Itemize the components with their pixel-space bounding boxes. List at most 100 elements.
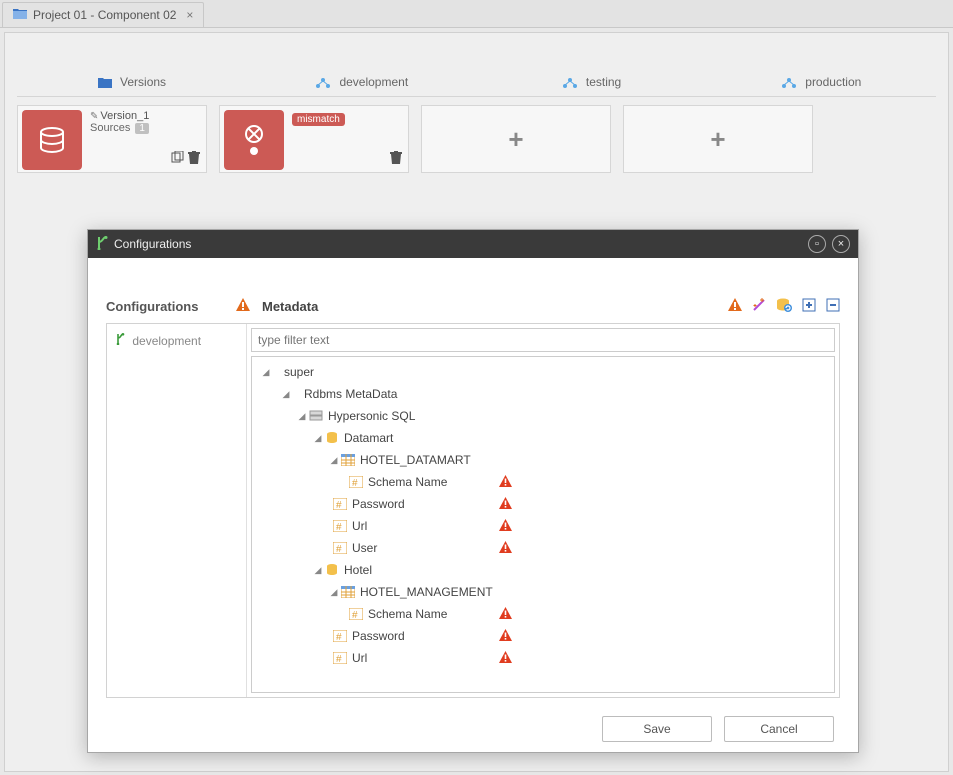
- svg-text:#: #: [352, 478, 358, 488]
- svg-text:#: #: [336, 544, 342, 554]
- tree-row[interactable]: # Schema Name: [254, 603, 832, 625]
- tree-row[interactable]: ◢ Datamart: [254, 427, 832, 449]
- configurations-label: Configurations: [106, 299, 224, 314]
- tree-row[interactable]: # Password: [254, 493, 832, 515]
- svg-text:#: #: [336, 632, 342, 642]
- tree-row[interactable]: # Url: [254, 515, 832, 537]
- pill-production[interactable]: production: [706, 68, 936, 96]
- tree-row[interactable]: ◢ HOTEL_DATAMART: [254, 449, 832, 471]
- mismatch-badge: mismatch: [292, 113, 345, 126]
- pill-versions-label: Versions: [120, 75, 166, 89]
- db-refresh-icon[interactable]: [776, 298, 792, 315]
- tree-row[interactable]: ◢ super: [254, 361, 832, 383]
- warning-icon: [499, 497, 512, 512]
- copy-icon[interactable]: [170, 151, 184, 168]
- tree-row[interactable]: ◢ Hotel: [254, 559, 832, 581]
- svg-text:#: #: [336, 654, 342, 664]
- sources-count: 1: [135, 123, 149, 134]
- tree-container[interactable]: ◢ super ◢ Rdbms MetaData ◢: [251, 356, 835, 693]
- toolbar-warning-icon[interactable]: [728, 298, 742, 315]
- table-icon: [340, 584, 356, 600]
- config-sidebar: development: [107, 324, 247, 697]
- expand-all-icon[interactable]: [802, 298, 816, 315]
- card-add-production[interactable]: +: [623, 105, 813, 173]
- modal-title: Configurations: [114, 237, 191, 251]
- twisty-icon[interactable]: ◢: [260, 367, 272, 378]
- cancel-button[interactable]: Cancel: [724, 716, 834, 742]
- card-development[interactable]: mismatch: [219, 105, 409, 173]
- trash-icon[interactable]: [390, 151, 402, 168]
- table-icon: [340, 452, 356, 468]
- modal-body: Configurations Metadata: [88, 258, 858, 752]
- branch-icon: [115, 334, 128, 348]
- config-header: Configurations Metadata: [106, 298, 840, 323]
- field-icon: #: [332, 628, 348, 644]
- tree-row[interactable]: # User: [254, 537, 832, 559]
- tabstrip: Project 01 - Component 02 ×: [0, 0, 953, 28]
- tree-label: Rdbms MetaData: [304, 387, 397, 401]
- cylinder-icon: [324, 430, 340, 446]
- close-button[interactable]: ×: [832, 235, 850, 253]
- wand-icon[interactable]: [752, 298, 766, 315]
- tree-row[interactable]: ◢ HOTEL_MANAGEMENT: [254, 581, 832, 603]
- tree-label: Url: [352, 519, 367, 533]
- server-icon: [308, 408, 324, 424]
- edit-icon[interactable]: ✎: [90, 111, 98, 122]
- filter-input[interactable]: [251, 328, 835, 352]
- configurations-modal: Configurations ▫ × Configurations Metada…: [87, 229, 859, 753]
- cylinder-icon: [324, 562, 340, 578]
- twisty-icon[interactable]: ◢: [280, 389, 292, 400]
- tree-label: HOTEL_MANAGEMENT: [360, 585, 493, 599]
- tree-label: Schema Name: [368, 475, 447, 489]
- tree-label: User: [352, 541, 377, 555]
- twisty-icon[interactable]: ◢: [312, 433, 324, 444]
- tree-label: Schema Name: [368, 607, 447, 621]
- config-right: ◢ super ◢ Rdbms MetaData ◢: [247, 324, 839, 697]
- warning-icon: [499, 519, 512, 534]
- save-button[interactable]: Save: [602, 716, 712, 742]
- tree-label: Hotel: [344, 563, 372, 577]
- cards-row: ✎Version_1 Sources 1 mismatch + +: [17, 105, 936, 173]
- card-add-testing[interactable]: +: [421, 105, 611, 173]
- svg-text:#: #: [336, 522, 342, 532]
- sources-label: Sources: [90, 122, 130, 134]
- twisty-icon[interactable]: ◢: [328, 455, 340, 466]
- pill-versions[interactable]: Versions: [17, 68, 247, 96]
- close-tab-icon[interactable]: ×: [186, 8, 193, 22]
- tree-label: HOTEL_DATAMART: [360, 453, 471, 467]
- field-icon: #: [332, 540, 348, 556]
- tree-label: Datamart: [344, 431, 393, 445]
- tree-label: Url: [352, 651, 367, 665]
- warning-icon: [499, 475, 512, 490]
- project-tab-title: Project 01 - Component 02: [33, 8, 176, 22]
- twisty-icon[interactable]: ◢: [312, 565, 324, 576]
- field-icon: #: [348, 474, 364, 490]
- twisty-icon[interactable]: ◢: [328, 587, 340, 598]
- tree-row[interactable]: # Schema Name: [254, 471, 832, 493]
- tools-icon: [224, 110, 284, 170]
- tree-row[interactable]: # Url: [254, 647, 832, 669]
- env-development[interactable]: development: [113, 330, 240, 351]
- pill-development[interactable]: development: [247, 68, 477, 96]
- project-tab[interactable]: Project 01 - Component 02 ×: [2, 2, 204, 27]
- tree-label: super: [284, 365, 314, 379]
- tree-label: Password: [352, 629, 405, 643]
- trash-icon[interactable]: [188, 151, 200, 168]
- folder-icon: [13, 8, 27, 23]
- modal-header: Configurations ▫ ×: [88, 230, 858, 258]
- collapse-all-icon[interactable]: [826, 298, 840, 315]
- tree-row[interactable]: ◢ Rdbms MetaData: [254, 383, 832, 405]
- warning-icon: [499, 651, 512, 666]
- plus-icon: +: [710, 124, 725, 155]
- tree-label: Hypersonic SQL: [328, 409, 415, 423]
- pill-testing-label: testing: [586, 75, 621, 89]
- config-main: development ◢ super ◢: [106, 323, 840, 698]
- card-version[interactable]: ✎Version_1 Sources 1: [17, 105, 207, 173]
- branch-icon: [96, 236, 108, 253]
- tree-row[interactable]: # Password: [254, 625, 832, 647]
- field-icon: #: [332, 518, 348, 534]
- pill-testing[interactable]: testing: [477, 68, 707, 96]
- twisty-icon[interactable]: ◢: [296, 411, 308, 422]
- minimize-button[interactable]: ▫: [808, 235, 826, 253]
- tree-row[interactable]: ◢ Hypersonic SQL: [254, 405, 832, 427]
